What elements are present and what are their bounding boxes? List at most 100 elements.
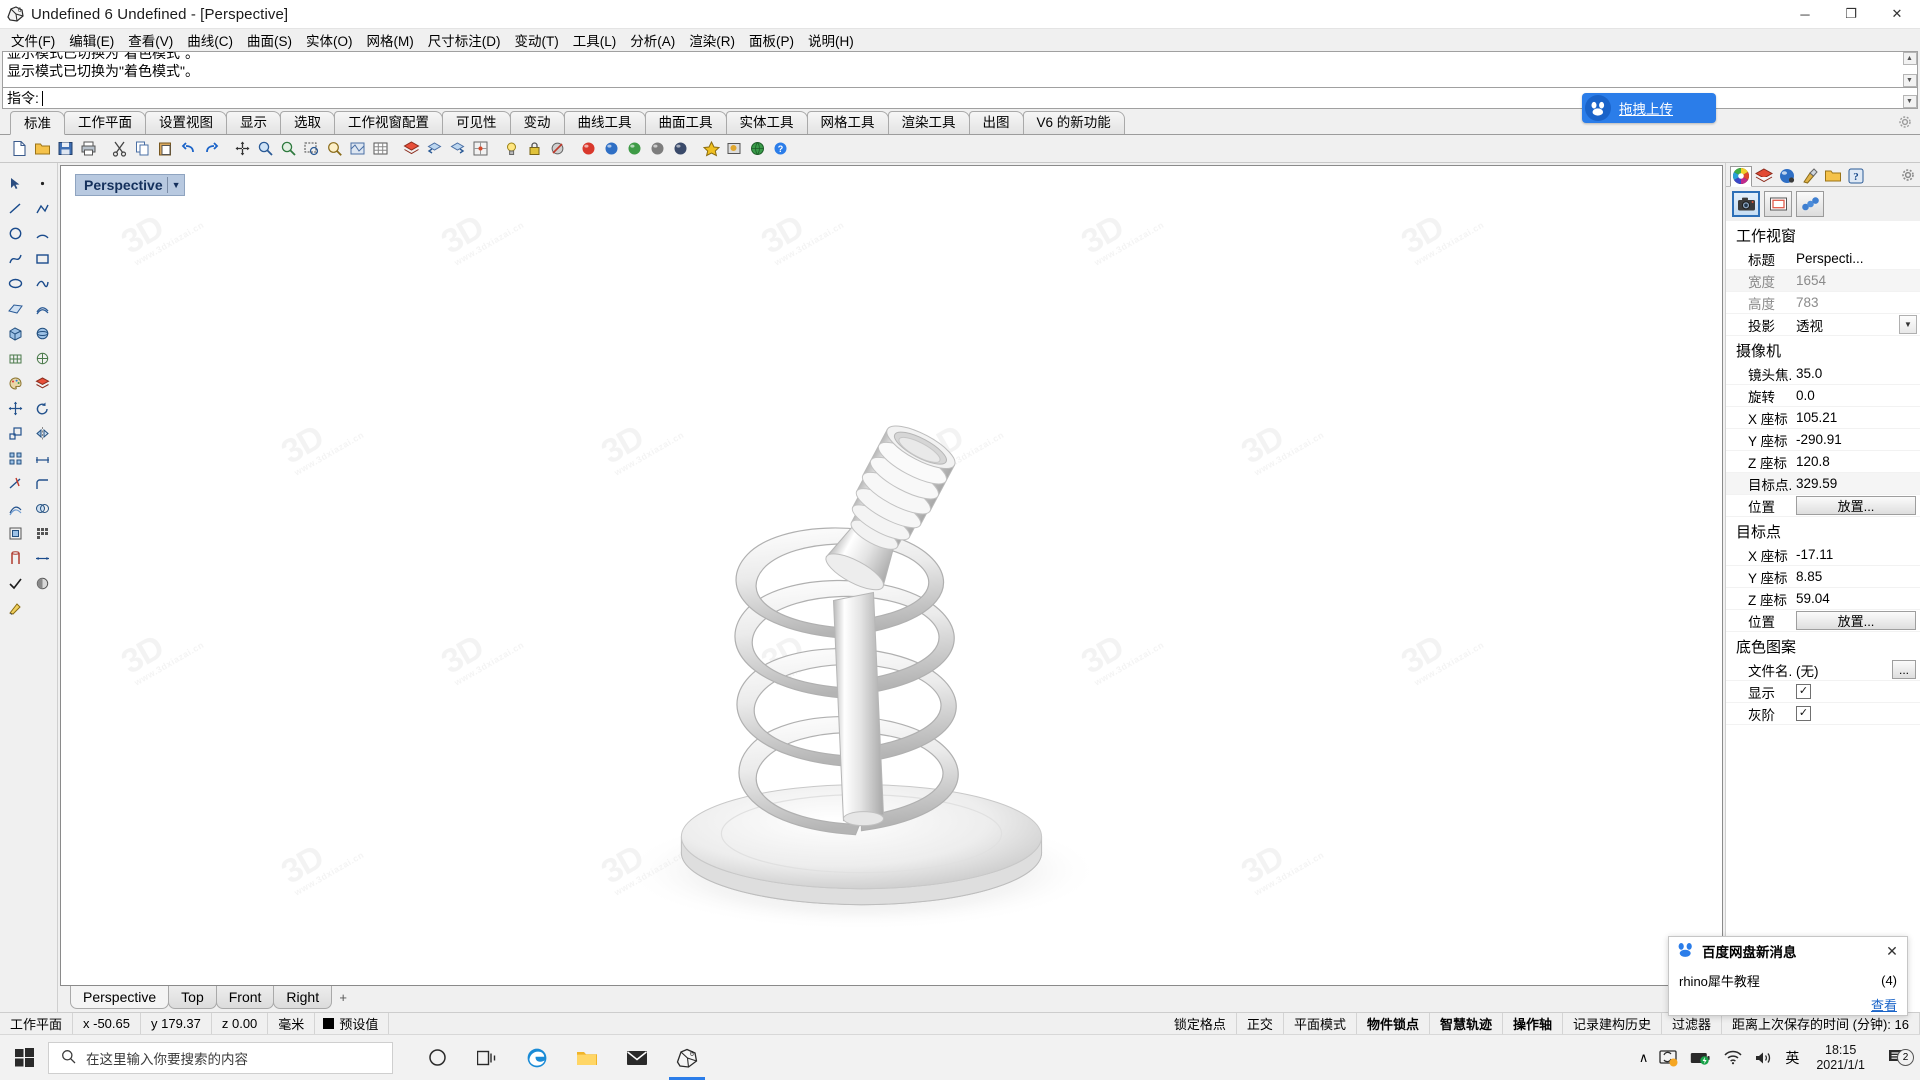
property-row-target-y[interactable]: Y 座标 8.85 [1726, 566, 1920, 588]
toolbar-tab-solid-tools[interactable]: 实体工具 [726, 111, 808, 134]
color-palette-icon[interactable] [2, 371, 28, 395]
menu-item-surface[interactable]: 曲面(S) [240, 28, 299, 52]
toolbar-tab-visibility[interactable]: 可见性 [442, 111, 511, 134]
mirror-icon[interactable] [29, 421, 55, 445]
arc-icon[interactable] [29, 221, 55, 245]
menu-item-solid[interactable]: 实体(O) [299, 28, 360, 52]
box-solid-icon[interactable] [2, 321, 28, 345]
property-row-target-x[interactable]: X 座标 -17.11 [1726, 544, 1920, 566]
color-wheel-icon[interactable] [1730, 166, 1752, 187]
rectangle-icon[interactable] [29, 246, 55, 270]
undo-icon[interactable] [177, 138, 199, 160]
surface-plane-icon[interactable] [2, 296, 28, 320]
toolbar-tab-set-view[interactable]: 设置视图 [145, 111, 227, 134]
grid-snap-tool-icon[interactable] [29, 521, 55, 545]
camera-place-button[interactable]: 放置... [1796, 496, 1916, 515]
fillet-icon[interactable] [29, 471, 55, 495]
layers-icon[interactable] [400, 138, 422, 160]
property-row-camera-position[interactable]: 位置 放置... [1726, 495, 1920, 517]
light-icon[interactable] [500, 138, 522, 160]
property-row-wallpaper-show[interactable]: 显示 ✓ [1726, 681, 1920, 703]
redo-icon[interactable] [200, 138, 222, 160]
status-toggle-grid-snap[interactable]: 锁定格点 [1164, 1013, 1237, 1034]
status-layer[interactable]: 预设值 [315, 1013, 389, 1034]
freeform-icon[interactable] [29, 271, 55, 295]
input-language-indicator[interactable]: 英 [1785, 1048, 1799, 1068]
rhino-icon[interactable]: 6 [663, 1035, 711, 1080]
menu-item-file[interactable]: 文件(F) [4, 28, 62, 52]
windows-start-icon[interactable] [0, 1035, 48, 1080]
cut-icon[interactable] [108, 138, 130, 160]
curve-icon[interactable] [2, 246, 28, 270]
menu-item-edit[interactable]: 编辑(E) [62, 28, 121, 52]
baidu-notification-toast[interactable]: 百度网盘新消息 ✕ rhino犀牛教程 (4) 查看 [1668, 936, 1908, 1016]
baidu-upload-button[interactable]: 拖拽上传 [1582, 93, 1716, 123]
array-icon[interactable] [2, 446, 28, 470]
add-viewport-tab-icon[interactable]: + [331, 986, 355, 1008]
shade-view-icon[interactable] [29, 571, 55, 595]
chevron-down-icon[interactable]: ▼ [172, 180, 181, 190]
toolbar-tab-surface-tools[interactable]: 曲面工具 [645, 111, 727, 134]
shaded-view-icon[interactable] [346, 138, 368, 160]
toolbar-tab-render-tools[interactable]: 渲染工具 [888, 111, 970, 134]
layers-panel-icon[interactable] [1753, 166, 1775, 187]
chevron-down-icon[interactable]: ▼ [1899, 315, 1917, 334]
onedrive-sync-icon[interactable] [1659, 1049, 1679, 1067]
property-row-camera-z[interactable]: Z 座标 120.8 [1726, 451, 1920, 473]
status-toggle-smarttrack[interactable]: 智慧轨迹 [1430, 1013, 1503, 1034]
layer-tool-icon[interactable] [29, 371, 55, 395]
mesh-sphere-icon[interactable] [29, 346, 55, 370]
paintbrush-icon[interactable] [1799, 166, 1821, 187]
property-row-camera-y[interactable]: Y 座标 -290.91 [1726, 429, 1920, 451]
wallpaper-show-checkbox[interactable]: ✓ [1796, 684, 1811, 699]
ellipse-icon[interactable] [2, 271, 28, 295]
folder-icon[interactable] [1822, 166, 1844, 187]
volume-icon[interactable] [1754, 1050, 1774, 1066]
toolbar-tab-whats-new-v6[interactable]: V6 的新功能 [1023, 111, 1125, 134]
zoom-extents-icon[interactable] [277, 138, 299, 160]
pipe-icon[interactable] [2, 546, 28, 570]
annotate-icon[interactable] [2, 596, 28, 620]
property-row-target-distance[interactable]: 目标点... 329.59 [1726, 473, 1920, 495]
property-row-camera-x[interactable]: X 座标 105.21 [1726, 407, 1920, 429]
taskbar-search-input[interactable]: 在这里输入你要搜索的内容 [48, 1042, 393, 1074]
menu-item-analyze[interactable]: 分析(A) [623, 28, 682, 52]
status-cplane-label[interactable]: 工作平面 [0, 1013, 73, 1034]
trim-icon[interactable] [2, 471, 28, 495]
status-toggle-osnap[interactable]: 物件锁点 [1357, 1013, 1430, 1034]
mail-icon[interactable] [613, 1035, 661, 1080]
property-row-target-z[interactable]: Z 座标 59.04 [1726, 588, 1920, 610]
property-row-projection[interactable]: 投影 透视 ▼ [1726, 314, 1920, 336]
surface-loft-icon[interactable] [29, 296, 55, 320]
battery-icon[interactable] [1690, 1051, 1712, 1065]
render-preview-icon[interactable] [723, 138, 745, 160]
command-scroll-buttons[interactable]: ▲ ▼ ▼ [1902, 52, 1917, 108]
layer-next-icon[interactable] [446, 138, 468, 160]
material-blue-icon[interactable] [600, 138, 622, 160]
property-row-rotation[interactable]: 旋转 0.0 [1726, 385, 1920, 407]
status-toggle-planar[interactable]: 平面模式 [1284, 1013, 1357, 1034]
action-center-icon[interactable]: 2 [1882, 1049, 1912, 1066]
model-3d-render[interactable] [61, 166, 1722, 985]
status-toggle-gumball[interactable]: 操作轴 [1503, 1013, 1563, 1034]
close-icon[interactable]: ✕ [1883, 943, 1901, 960]
layer-prev-icon[interactable] [423, 138, 445, 160]
toolbar-tab-viewport-layout[interactable]: 工作视窗配置 [334, 111, 443, 134]
chain-icon[interactable] [1796, 191, 1824, 217]
lock-icon[interactable] [523, 138, 545, 160]
task-view-icon[interactable] [463, 1035, 511, 1080]
help-panel-icon[interactable]: ? [1845, 166, 1867, 187]
grid-snap-icon[interactable] [469, 138, 491, 160]
scale-icon[interactable] [2, 421, 28, 445]
camera-icon[interactable] [1732, 191, 1760, 217]
taskbar-clock[interactable]: 18:15 2021/1/1 [1810, 1043, 1871, 1073]
material-sphere-icon[interactable] [1776, 166, 1798, 187]
status-toggle-filter[interactable]: 过滤器 [1662, 1013, 1722, 1034]
pan-icon[interactable] [231, 138, 253, 160]
material-dark-icon[interactable] [669, 138, 691, 160]
maximize-button[interactable]: ❐ [1828, 0, 1874, 29]
circle-icon[interactable] [2, 221, 28, 245]
toolbar-tab-transform[interactable]: 变动 [510, 111, 565, 134]
select-arrow-icon[interactable] [2, 171, 28, 195]
property-row-wallpaper-file[interactable]: 文件名... (无) ... [1726, 659, 1920, 681]
